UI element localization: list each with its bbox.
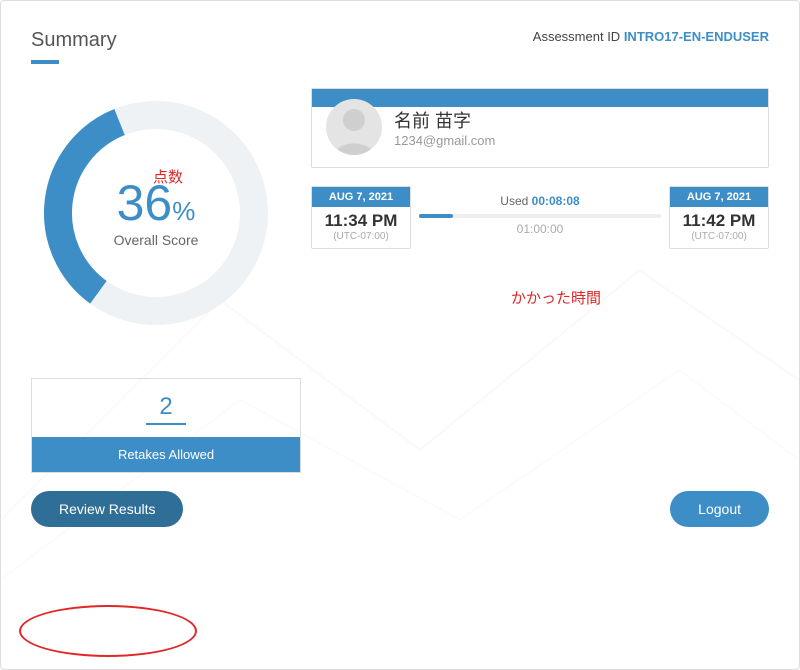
time-row: AUG 7, 2021 11:34 PM (UTC-07:00) Used 00… [311,186,769,249]
time-used: 00:08:08 [532,194,580,208]
time-progress [419,214,661,218]
retakes-card: 2 Retakes Allowed [31,378,301,473]
user-email: 1234@gmail.com [394,133,495,148]
retakes-value: 2 [32,379,300,423]
avatar [326,99,382,155]
time-max: 01:00:00 [419,222,661,236]
end-time-box: AUG 7, 2021 11:42 PM (UTC-07:00) [669,186,769,249]
assessment-id-link[interactable]: INTRO17-EN-ENDUSER [624,29,769,44]
score-value: 36 [117,175,173,231]
user-card: 名前 苗字 1234@gmail.com [311,88,769,168]
logout-button[interactable]: Logout [670,491,769,527]
page-title: Summary [31,29,117,52]
start-time-box: AUG 7, 2021 11:34 PM (UTC-07:00) [311,186,411,249]
assessment-id: Assessment ID INTRO17-EN-ENDUSER [533,29,769,44]
review-results-button[interactable]: Review Results [31,491,183,527]
score-label: Overall Score [114,232,199,248]
user-name: 名前 苗字 [394,107,495,133]
overall-score-donut: 36% Overall Score [31,88,281,338]
retakes-label: Retakes Allowed [32,437,300,472]
